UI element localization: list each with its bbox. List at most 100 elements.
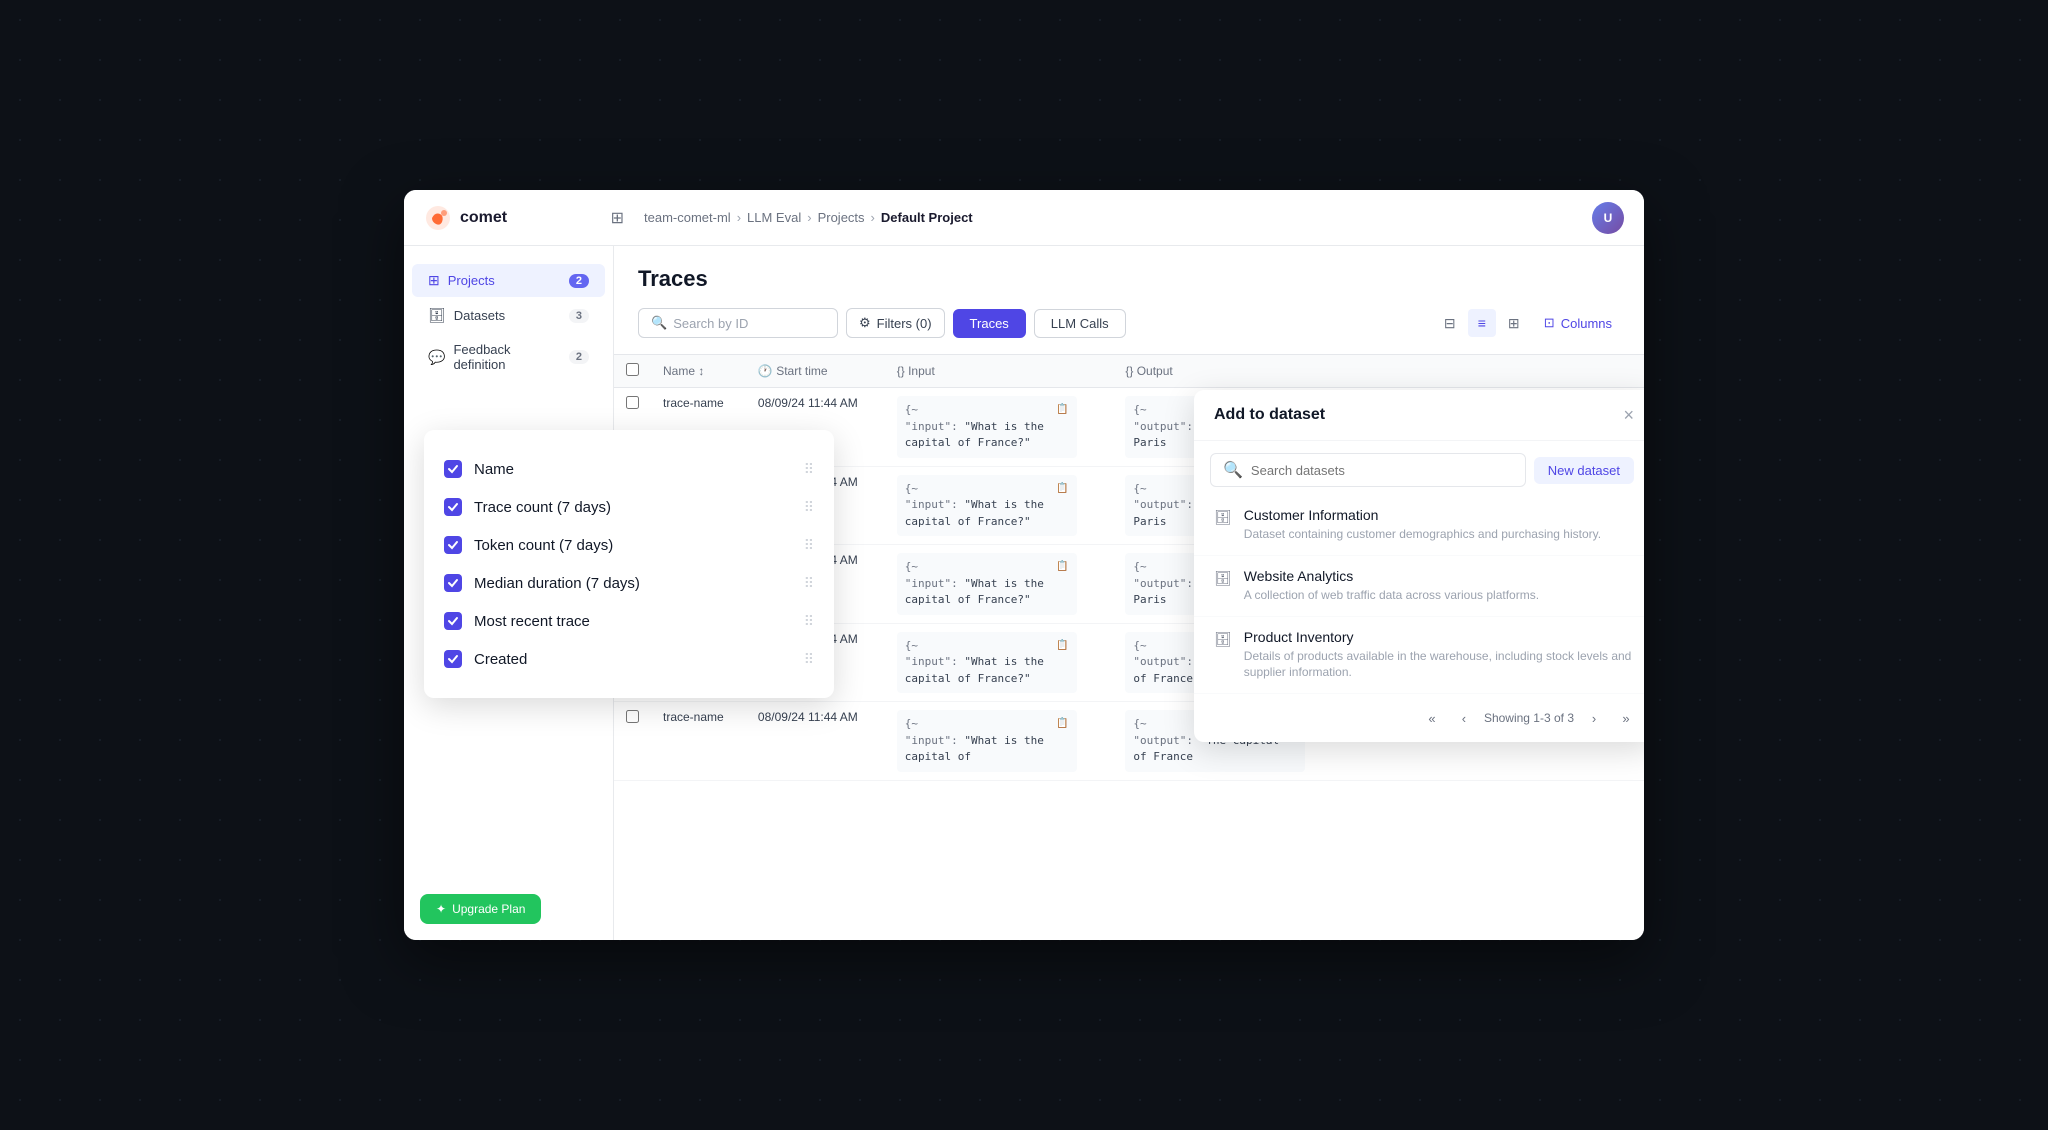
search-placeholder: Search by ID xyxy=(673,316,748,331)
col-label-name: Name xyxy=(474,461,792,478)
breadcrumb-llmeval[interactable]: LLM Eval xyxy=(747,210,801,225)
dataset-desc-customer: Dataset containing customer demographics… xyxy=(1244,526,1634,543)
pagination-label: Showing 1-3 of 3 xyxy=(1484,711,1574,725)
datasets-badge: 3 xyxy=(569,309,589,323)
sidebar-item-feedback[interactable]: 💬 Feedback definition 2 xyxy=(412,334,605,380)
dataset-desc-inventory: Details of products available in the war… xyxy=(1244,648,1634,682)
dataset-icon: 🗄 xyxy=(1214,631,1232,648)
columns-icon: ⊡ xyxy=(1544,315,1555,331)
view-list-icon[interactable]: ≡ xyxy=(1468,309,1496,337)
dataset-name-inventory: Product Inventory xyxy=(1244,629,1634,645)
dataset-search-box[interactable]: 🔍 xyxy=(1210,453,1526,487)
col-header-starttime: 🕐 Start time xyxy=(746,355,885,388)
logo-area: comet ⊞ xyxy=(424,204,624,232)
page-first-button[interactable]: « xyxy=(1420,706,1444,730)
row-name: trace-name xyxy=(651,702,746,781)
row-checkbox[interactable] xyxy=(626,396,639,409)
col-label-most-recent: Most recent trace xyxy=(474,613,792,630)
columns-panel: Name ⠿ Trace count (7 days) ⠿ Token coun… xyxy=(424,430,834,698)
col-label-token-count: Token count (7 days) xyxy=(474,537,792,554)
col-checkbox-median-duration[interactable] xyxy=(444,574,462,592)
drag-handle[interactable]: ⠿ xyxy=(804,613,814,630)
row-input: {~ 📋 "input": "What is the capital of xyxy=(897,710,1077,772)
dataset-item-inventory[interactable]: 🗄 Product Inventory Details of products … xyxy=(1194,617,1644,695)
dataset-search-input[interactable] xyxy=(1251,463,1513,478)
llm-calls-tab-button[interactable]: LLM Calls xyxy=(1034,309,1126,338)
row-input: {~ 📋 "input": "What is the capital of Fr… xyxy=(897,553,1077,615)
breadcrumb: team-comet-ml › LLM Eval › Projects › De… xyxy=(624,210,1592,225)
view-grid-icon[interactable]: ⊞ xyxy=(1500,309,1528,337)
avatar[interactable]: U xyxy=(1592,202,1624,234)
logo-icon xyxy=(424,204,452,232)
search-box[interactable]: 🔍 Search by ID xyxy=(638,308,838,338)
filter-icon: ⚙ xyxy=(859,315,871,331)
dataset-panel-title: Add to dataset xyxy=(1214,406,1325,424)
sidebar-item-projects-label: Projects xyxy=(448,273,495,288)
filter-button[interactable]: ⚙ Filters (0) xyxy=(846,308,945,338)
dataset-name-customer: Customer Information xyxy=(1244,507,1634,523)
dataset-desc-analytics: A collection of web traffic data across … xyxy=(1244,587,1634,604)
col-checkbox-created[interactable] xyxy=(444,650,462,668)
grid-icon: ⊞ xyxy=(428,272,440,289)
new-dataset-button[interactable]: New dataset xyxy=(1534,457,1634,484)
col-header-output: {} Output xyxy=(1113,355,1342,388)
page-last-button[interactable]: » xyxy=(1614,706,1638,730)
select-all-checkbox[interactable] xyxy=(626,363,639,376)
col-item-created[interactable]: Created ⠿ xyxy=(424,640,834,678)
dataset-icon: 🗄 xyxy=(1214,509,1232,526)
sidebar-item-feedback-label: Feedback definition xyxy=(453,342,560,372)
drag-handle[interactable]: ⠿ xyxy=(804,461,814,478)
col-label-created: Created xyxy=(474,651,792,668)
row-input: {~ 📋 "input": "What is the capital of Fr… xyxy=(897,396,1077,458)
close-dataset-panel-button[interactable]: × xyxy=(1623,406,1634,424)
col-header-input: {} Input xyxy=(885,355,1114,388)
database-icon: 🗄 xyxy=(428,307,446,324)
col-checkbox-trace-count[interactable] xyxy=(444,498,462,516)
col-item-token-count[interactable]: Token count (7 days) ⠿ xyxy=(424,526,834,564)
drag-handle[interactable]: ⠿ xyxy=(804,537,814,554)
columns-button[interactable]: ⊡ Columns xyxy=(1536,311,1620,335)
projects-badge: 2 xyxy=(569,274,589,288)
col-checkbox-token-count[interactable] xyxy=(444,536,462,554)
add-to-dataset-panel: Add to dataset × 🔍 New dataset 🗄 Custome… xyxy=(1194,390,1644,742)
dataset-search-row: 🔍 New dataset xyxy=(1210,453,1638,487)
drag-handle[interactable]: ⠿ xyxy=(804,651,814,668)
traces-tab-button[interactable]: Traces xyxy=(953,309,1026,338)
col-header-name[interactable]: Name ↕ xyxy=(651,355,746,388)
dataset-item-customer[interactable]: 🗄 Customer Information Dataset containin… xyxy=(1194,495,1644,556)
col-item-name[interactable]: Name ⠿ xyxy=(424,450,834,488)
col-header-extra xyxy=(1342,355,1644,388)
col-label-trace-count: Trace count (7 days) xyxy=(474,499,792,516)
row-checkbox[interactable] xyxy=(626,710,639,723)
page-prev-button[interactable]: ‹ xyxy=(1452,706,1476,730)
dataset-name-analytics: Website Analytics xyxy=(1244,568,1634,584)
col-item-trace-count[interactable]: Trace count (7 days) ⠿ xyxy=(424,488,834,526)
sidebar-item-datasets[interactable]: 🗄 Datasets 3 xyxy=(412,299,605,332)
col-item-median-duration[interactable]: Median duration (7 days) ⠿ xyxy=(424,564,834,602)
breadcrumb-projects[interactable]: Projects xyxy=(818,210,865,225)
logo-text: comet xyxy=(460,209,507,227)
content-header: Traces 🔍 Search by ID ⚙ Filters (0) Trac… xyxy=(614,246,1644,354)
sidebar-toggle-icon[interactable]: ⊞ xyxy=(611,208,624,228)
drag-handle[interactable]: ⠿ xyxy=(804,499,814,516)
dataset-pagination: « ‹ Showing 1-3 of 3 › » xyxy=(1194,694,1644,742)
page-next-button[interactable]: › xyxy=(1582,706,1606,730)
col-label-median-duration: Median duration (7 days) xyxy=(474,575,792,592)
upgrade-plan-button[interactable]: ✦ Upgrade Plan xyxy=(420,894,541,924)
sidebar-item-projects[interactable]: ⊞ Projects 2 xyxy=(412,264,605,297)
breadcrumb-team[interactable]: team-comet-ml xyxy=(644,210,731,225)
view-compact-icon[interactable]: ⊟ xyxy=(1436,309,1464,337)
col-checkbox-name[interactable] xyxy=(444,460,462,478)
app-header: comet ⊞ team-comet-ml › LLM Eval › Proje… xyxy=(404,190,1644,246)
drag-handle[interactable]: ⠿ xyxy=(804,575,814,592)
view-icons: ⊟ ≡ ⊞ xyxy=(1436,309,1528,337)
search-icon: 🔍 xyxy=(1223,460,1243,480)
dataset-panel-header: Add to dataset × xyxy=(1194,390,1644,441)
comment-icon: 💬 xyxy=(428,349,445,366)
col-header-checkbox[interactable] xyxy=(614,355,651,388)
col-item-most-recent[interactable]: Most recent trace ⠿ xyxy=(424,602,834,640)
sidebar-item-datasets-label: Datasets xyxy=(454,308,505,323)
dataset-item-analytics[interactable]: 🗄 Website Analytics A collection of web … xyxy=(1194,556,1644,617)
col-checkbox-most-recent[interactable] xyxy=(444,612,462,630)
row-input: {~ 📋 "input": "What is the capital of Fr… xyxy=(897,475,1077,537)
